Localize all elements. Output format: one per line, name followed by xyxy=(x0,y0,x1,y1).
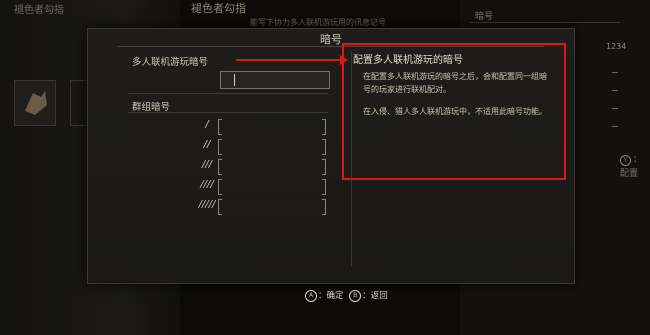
info-paragraph: 在配置多人联机游玩的暗号之后，会和配置同一组暗号的玩家进行联机配对。 xyxy=(363,72,547,94)
divider xyxy=(128,93,328,94)
back-hint[interactable]: B ：返回 xyxy=(349,289,388,302)
y-button-icon: Y xyxy=(620,155,631,166)
group-password-input[interactable] xyxy=(218,179,326,195)
group-password-row: / xyxy=(198,119,328,135)
multiplayer-password-label: 多人联机游玩暗号 xyxy=(132,57,209,68)
info-paragraph: 在入侵、猎人多人联机游玩中，不适用此暗号功能。 xyxy=(363,107,547,116)
background-password-header: 暗号 xyxy=(475,12,494,22)
group-symbol: ///// xyxy=(198,199,216,210)
multiplayer-password-input[interactable] xyxy=(220,71,330,89)
group-symbol: / xyxy=(205,119,209,130)
group-password-row: //// xyxy=(198,179,328,195)
info-title: 配置多人联机游玩的暗号 xyxy=(353,55,463,66)
background-config-hint: Y ：配置 xyxy=(620,152,650,179)
b-button-icon: B xyxy=(349,289,362,302)
group-password-input[interactable] xyxy=(218,199,326,215)
group-password-label: 群组暗号 xyxy=(132,102,171,113)
background-mid-title: 褪色者勾指 xyxy=(191,2,246,15)
password-dialog: 暗号 多人联机游玩暗号 群组暗号 / // /// //// ///// 配置多… xyxy=(87,28,575,284)
group-symbol: //// xyxy=(200,179,214,190)
confirm-hint[interactable]: A ：确定 xyxy=(305,289,344,302)
divider xyxy=(470,22,620,23)
button-hints: A ：确定 B ：返回 xyxy=(305,289,391,302)
a-button-icon: A xyxy=(305,289,317,302)
annotation-arrow xyxy=(236,59,344,61)
background-left-title: 褪色者勾指 xyxy=(14,5,64,16)
group-password-input[interactable] xyxy=(218,119,326,135)
gesture-item-icon xyxy=(25,91,47,115)
group-symbol: // xyxy=(203,139,211,150)
empty-slot-dash xyxy=(612,108,618,109)
background-password-value: 1234 xyxy=(606,42,627,51)
group-symbol: /// xyxy=(201,159,213,170)
group-password-input[interactable] xyxy=(218,159,326,175)
confirm-label: ：确定 xyxy=(318,291,344,301)
empty-slot-dash xyxy=(612,126,618,127)
divider xyxy=(128,112,328,113)
item-slot xyxy=(14,80,56,126)
background-mid-subtitle: 能写下协力多人联机游玩用的讯息记号 xyxy=(250,18,386,27)
text-caret xyxy=(234,74,235,86)
group-password-row: /// xyxy=(198,159,328,175)
group-password-row: // xyxy=(198,139,328,155)
empty-slot-dash xyxy=(612,72,618,73)
group-password-input[interactable] xyxy=(218,139,326,155)
empty-slot-dash xyxy=(612,90,618,91)
group-password-row: ///// xyxy=(198,199,328,215)
back-label: ：返回 xyxy=(362,291,388,301)
